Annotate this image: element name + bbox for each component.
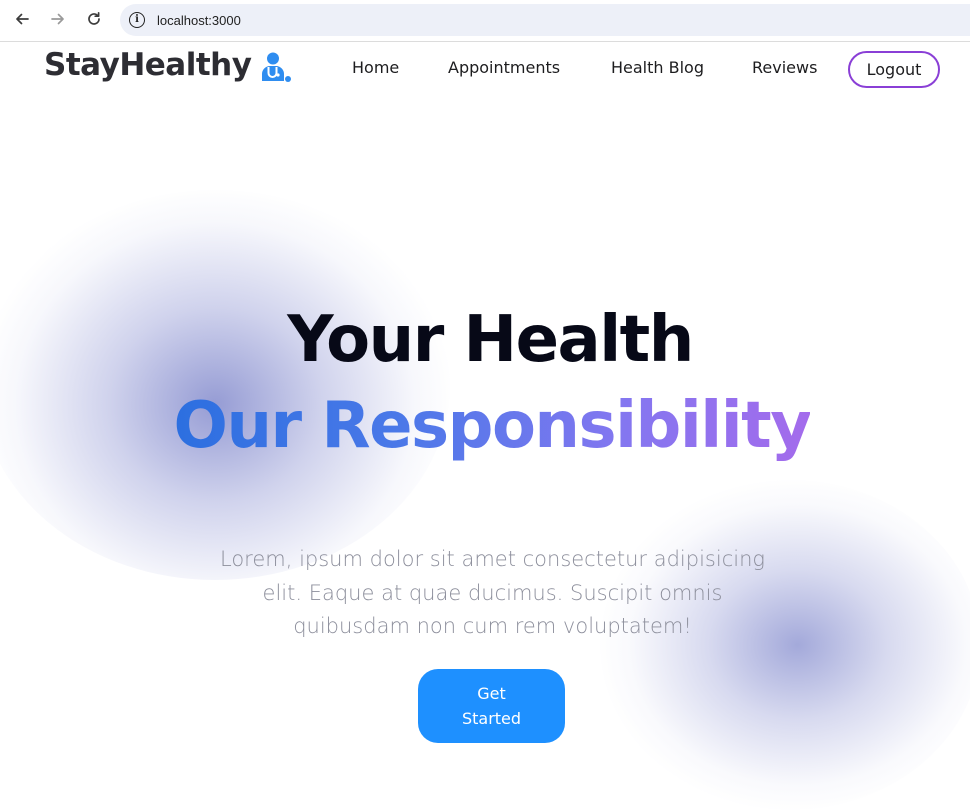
site-navbar: StayHealthy Home Appointments Health Blo… — [0, 43, 970, 95]
decorative-blob-right — [600, 480, 970, 810]
url-text[interactable]: localhost:3000 — [157, 13, 241, 28]
nav-health-blog-link[interactable]: Health Blog — [611, 58, 704, 77]
hero-title-line1: Your Health — [287, 303, 694, 377]
hero-title-line2-text: Our Responsibility — [173, 389, 812, 463]
doctor-stethoscope-icon — [262, 52, 292, 82]
nav-appointments-link[interactable]: Appointments — [448, 58, 560, 77]
logout-button[interactable]: Logout — [848, 51, 940, 88]
info-icon[interactable]: i — [129, 12, 145, 28]
nav-home-link[interactable]: Home — [352, 58, 399, 77]
decorative-blob-left — [0, 190, 450, 580]
hero-title-line2: Our Responsibility — [0, 386, 970, 466]
get-started-button[interactable]: Get Started — [418, 669, 565, 743]
reload-icon[interactable] — [81, 8, 107, 30]
forward-arrow-icon[interactable] — [45, 8, 71, 30]
address-bar[interactable]: i localhost:3000 — [120, 4, 970, 36]
nav-reviews-link[interactable]: Reviews — [752, 58, 817, 77]
logo[interactable]: StayHealthy — [44, 47, 292, 83]
back-arrow-icon[interactable] — [9, 8, 35, 30]
logo-text: StayHealthy — [44, 47, 252, 83]
browser-toolbar: i localhost:3000 — [0, 0, 970, 42]
hero-description: Lorem, ipsum dolor sit amet consectetur … — [219, 547, 765, 638]
